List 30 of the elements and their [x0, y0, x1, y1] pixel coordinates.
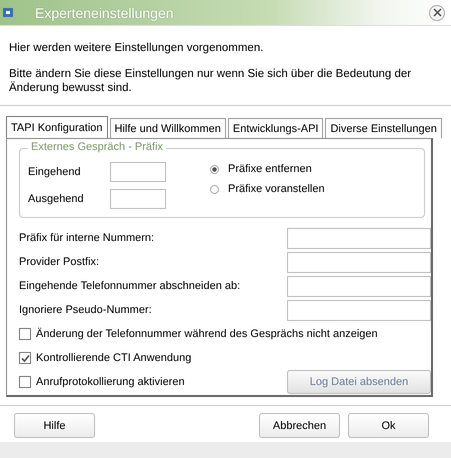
intro-text: Bitte ändern Sie diese Einstellungen nur wenn Sie sich über die Bedeutung der Änderung bewusst sind. — [9, 67, 412, 95]
tab[interactable]: Diverse Einstellungen — [325, 118, 442, 138]
radio-option[interactable]: Präfixe voranstellen — [210, 183, 325, 195]
dialog-button[interactable]: Abbrechen — [259, 413, 340, 438]
window-title: Experteneinstellungen — [35, 4, 175, 20]
dialog-button[interactable]: Hilfe — [14, 413, 95, 438]
option-label: Präfixe voranstellen — [228, 183, 325, 195]
input-field[interactable] — [287, 276, 431, 296]
field-label: Ausgehend — [28, 192, 85, 204]
dialog-button[interactable]: Ok — [348, 413, 429, 438]
field-label: Eingehende Telefonnummer abschneiden ab: — [19, 280, 240, 292]
group-title: Externes Gespräch - Präfix — [28, 141, 166, 153]
option-label: Präfixe entfernen — [228, 163, 312, 175]
field-label: Provider Postfix: — [19, 256, 100, 268]
intro-text: Hier werden weitere Einstellungen vorgenommen. — [9, 41, 264, 55]
close-icon — [432, 8, 442, 17]
input-field[interactable] — [287, 228, 431, 248]
field-label: Eingehend — [28, 166, 82, 178]
tab[interactable]: TAPI Konfiguration — [6, 116, 108, 138]
field-label: Präfix für interne Nummern: — [19, 232, 154, 244]
input-field[interactable] — [110, 162, 166, 182]
radio-option[interactable]: Präfixe entfernen — [210, 163, 325, 175]
close-button[interactable] — [429, 4, 445, 20]
field-label: Ignoriere Pseudo-Nummer: — [19, 304, 152, 316]
input-field[interactable] — [287, 300, 431, 320]
input-field[interactable] — [110, 188, 166, 208]
tab[interactable]: Entwicklungs-API — [228, 118, 324, 138]
input-field[interactable] — [287, 252, 431, 272]
tab[interactable]: Hilfe und Willkommen — [110, 118, 226, 138]
app-icon — [3, 8, 13, 17]
